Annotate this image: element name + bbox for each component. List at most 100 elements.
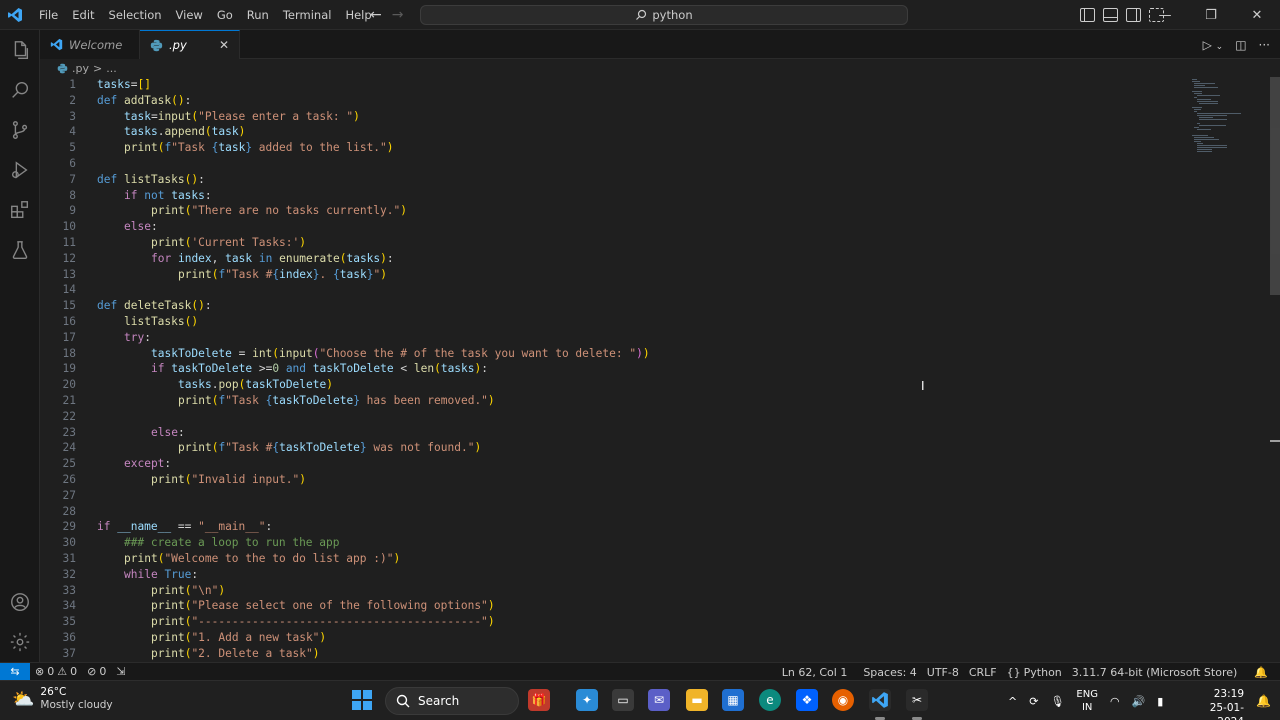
line-code[interactable]: print(f"Task {taskToDelete} has been rem… [97, 393, 495, 409]
tab-welcome[interactable]: Welcome [40, 30, 140, 59]
menu-run[interactable]: Run [240, 0, 276, 30]
menu-file[interactable]: File [32, 0, 65, 30]
weather-widget[interactable]: ⛅ 26°C Mostly cloudy [12, 686, 113, 712]
line-code[interactable]: if not tasks: [97, 188, 212, 204]
line-code[interactable]: def listTasks(): [97, 172, 205, 188]
forward-arrow-icon[interactable]: → [392, 7, 404, 23]
line-code[interactable]: print(f"Task {task} added to the list.") [97, 140, 394, 156]
indentation[interactable]: Spaces: 4 [858, 663, 921, 681]
back-arrow-icon[interactable]: ← [370, 7, 382, 23]
line-code[interactable]: else: [97, 219, 158, 235]
line-code[interactable]: print(f"Task #{index}. {task}") [97, 267, 387, 283]
snipping-tool-icon[interactable]: ✂ [906, 689, 928, 711]
search-view-icon[interactable] [8, 78, 32, 102]
line-code[interactable]: if taskToDelete >=0 and taskToDelete < l… [97, 361, 488, 377]
source-control-icon[interactable] [8, 118, 32, 142]
language-indicator[interactable]: ENG IN [1076, 688, 1098, 714]
firefox-icon[interactable]: ◉ [832, 689, 854, 711]
close-window-icon[interactable]: ✕ [1234, 0, 1280, 30]
vertical-scrollbar[interactable] [1270, 77, 1280, 295]
tab-py-file[interactable]: .py ✕ [140, 30, 240, 59]
line-code[interactable]: print("\n") [97, 583, 225, 599]
menu-go[interactable]: Go [210, 0, 240, 30]
sync-icon[interactable]: ⟳ [1029, 695, 1038, 708]
run-python-file-icon[interactable]: ▷ ⌄ [1203, 38, 1224, 52]
line-code[interactable]: print(f"Task #{taskToDelete} was not fou… [97, 440, 481, 456]
line-code[interactable]: task=input("Please enter a task: ") [97, 109, 360, 125]
line-code[interactable]: tasks=[] [97, 77, 151, 93]
remote-indicator-icon[interactable]: ⇆ [0, 662, 30, 681]
line-code[interactable]: tasks.append(task) [97, 124, 245, 140]
accounts-icon[interactable] [8, 590, 32, 614]
volume-icon[interactable]: 🔊 [1132, 695, 1146, 708]
testing-icon[interactable] [8, 238, 32, 262]
task-view-icon[interactable]: ▭ [612, 689, 634, 711]
toggle-secondary-sidebar-icon[interactable] [1126, 8, 1141, 22]
menu-terminal[interactable]: Terminal [276, 0, 339, 30]
line-code[interactable]: print('Current Tasks:') [97, 235, 306, 251]
run-and-debug-icon[interactable] [8, 158, 32, 182]
cursor-position[interactable]: Ln 62, Col 1 [777, 663, 853, 681]
split-editor-icon[interactable]: ◫ [1235, 38, 1246, 52]
line-code[interactable]: listTasks() [97, 314, 198, 330]
copilot-icon[interactable]: ✦ [576, 689, 598, 711]
command-center-search[interactable]: python [420, 5, 908, 25]
extensions-icon[interactable] [8, 198, 32, 222]
live-share-icon[interactable]: ⇲ [111, 663, 130, 681]
line-code[interactable]: for index, task in enumerate(tasks): [97, 251, 394, 267]
notification-center-icon[interactable]: 🔔 [1256, 694, 1271, 708]
line-code[interactable]: def addTask(): [97, 93, 191, 109]
menu-view[interactable]: View [169, 0, 210, 30]
line-code[interactable]: if __name__ == "__main__": [97, 519, 272, 535]
line-code[interactable]: else: [97, 425, 185, 441]
system-clock[interactable]: 23:19 25-01-2024 [1190, 687, 1244, 720]
toggle-panel-icon[interactable] [1103, 8, 1118, 22]
menu-selection[interactable]: Selection [102, 0, 169, 30]
line-code[interactable]: ### create a loop to run the app [97, 535, 340, 551]
microsoft-store-icon[interactable]: ▦ [722, 689, 744, 711]
python-interpreter[interactable]: 3.11.7 64-bit (Microsoft Store) [1067, 663, 1243, 681]
ports-indicator[interactable]: ⊘ 0 [82, 663, 111, 681]
start-button-icon[interactable] [352, 690, 372, 710]
microphone-icon[interactable]: 🎙 [1050, 695, 1064, 708]
line-code[interactable]: print("1. Add a new task") [97, 630, 326, 646]
language-mode[interactable]: {} Python [1002, 663, 1067, 681]
restore-icon[interactable]: ❐ [1188, 0, 1234, 30]
breadcrumb-file[interactable]: .py [72, 62, 89, 75]
code-editor[interactable]: 1 tasks=[] 2 def addTask(): 3 task=input("Pl… [40, 77, 1280, 662]
notifications-bell-icon[interactable]: 🔔 [1242, 663, 1280, 681]
line-code[interactable]: print("---------------------------------… [97, 614, 495, 630]
toggle-primary-sidebar-icon[interactable] [1080, 8, 1095, 22]
line-code[interactable]: taskToDelete = int(input("Choose the # o… [97, 346, 650, 362]
breadcrumb-symbol[interactable]: ... [106, 62, 117, 75]
minimize-icon[interactable]: — [1142, 0, 1188, 30]
line-code[interactable]: tasks.pop(taskToDelete) [97, 377, 333, 393]
line-code[interactable]: while True: [97, 567, 198, 583]
manage-gear-icon[interactable] [8, 630, 32, 654]
line-code[interactable]: print("2. Delete a task") [97, 646, 319, 662]
problems-indicator[interactable]: ⊗ 0 ⚠ 0 [30, 663, 82, 681]
line-code[interactable]: except: [97, 456, 171, 472]
menu-edit[interactable]: Edit [65, 0, 101, 30]
line-code[interactable]: def deleteTask(): [97, 298, 212, 314]
edge-browser-icon[interactable]: e [759, 689, 781, 711]
battery-icon[interactable]: ▮ [1157, 695, 1163, 708]
teams-chat-icon[interactable]: ✉ [648, 689, 670, 711]
taskbar-search[interactable]: Search [385, 687, 519, 715]
wifi-icon[interactable]: ◠ [1110, 695, 1120, 708]
file-explorer-icon[interactable]: ▬ [686, 689, 708, 711]
encoding[interactable]: UTF-8 [922, 663, 964, 681]
minimap[interactable] [1192, 77, 1262, 157]
line-code[interactable]: print("Invalid input.") [97, 472, 306, 488]
chevron-up-icon[interactable]: ^ [1008, 695, 1017, 708]
end-of-line[interactable]: CRLF [964, 663, 1002, 681]
line-code[interactable]: print("Please select one of the followin… [97, 598, 495, 614]
line-code[interactable]: try: [97, 330, 151, 346]
explorer-icon[interactable] [8, 38, 32, 62]
dropbox-icon[interactable]: ❖ [796, 689, 818, 711]
line-code[interactable]: print("Welcome to the to do list app :)"… [97, 551, 400, 567]
vscode-taskbar-icon[interactable] [869, 689, 891, 711]
more-actions-icon[interactable]: ··· [1259, 38, 1270, 52]
line-code[interactable]: print("There are no tasks currently.") [97, 203, 407, 219]
widgets-gift-icon[interactable]: 🎁 [528, 689, 550, 711]
